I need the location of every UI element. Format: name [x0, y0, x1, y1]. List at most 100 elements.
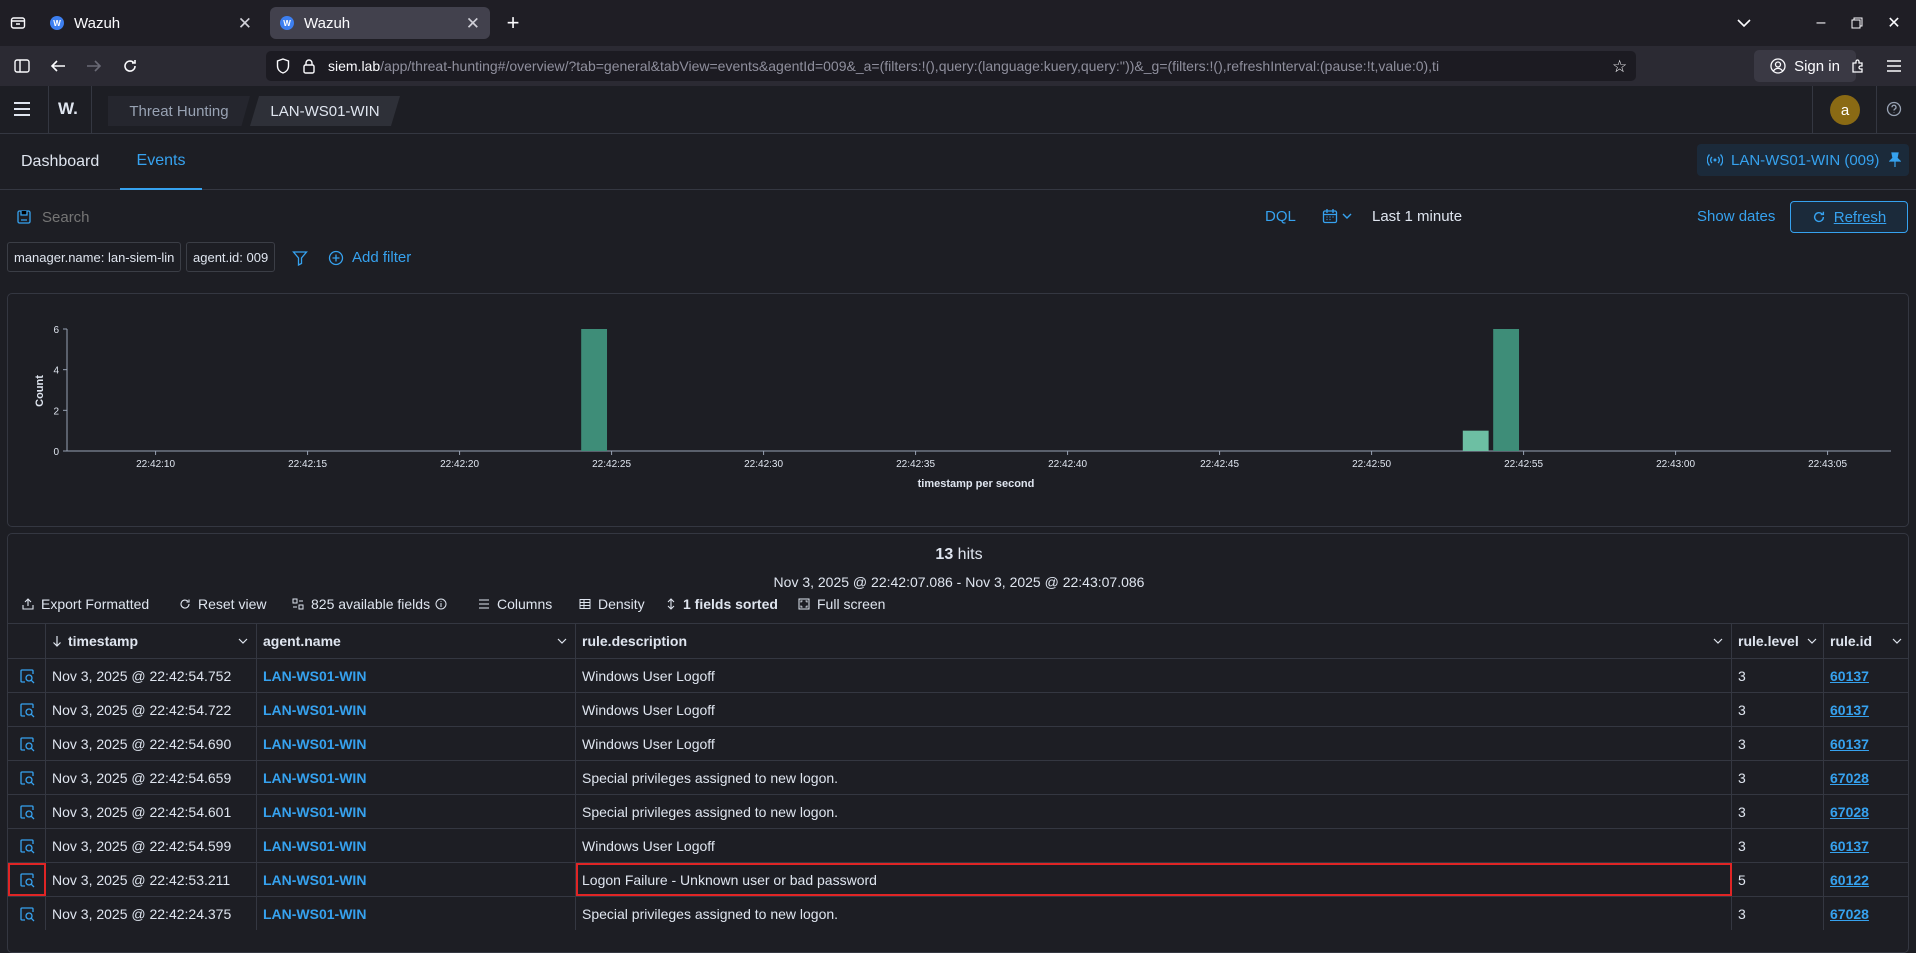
columns-button[interactable]: Columns	[478, 596, 552, 612]
export-formatted-button[interactable]: Export Formatted	[22, 596, 149, 612]
sort-fields-button[interactable]: 1 fields sorted	[666, 596, 778, 612]
rule-id-link[interactable]: 67028	[1830, 770, 1869, 786]
cell-rule-id[interactable]: 60122	[1824, 863, 1908, 896]
sign-in-button[interactable]: Sign in	[1754, 50, 1856, 82]
rule-id-link[interactable]: 60137	[1830, 668, 1869, 684]
rule-id-link[interactable]: 67028	[1830, 906, 1869, 922]
cell-agent-name[interactable]: LAN-WS01-WIN	[257, 761, 576, 794]
tab-dashboard[interactable]: Dashboard	[21, 134, 99, 190]
cell-agent-name[interactable]: LAN-WS01-WIN	[257, 693, 576, 726]
cell-rule-id[interactable]: 67028	[1824, 795, 1908, 828]
hamburger-menu-icon[interactable]	[12, 100, 32, 118]
column-header-rule-id[interactable]: rule.id	[1824, 624, 1908, 658]
inspect-document-icon[interactable]	[8, 761, 46, 794]
help-icon[interactable]	[1886, 101, 1902, 117]
breadcrumb-threat-hunting[interactable]: Threat Hunting	[108, 96, 250, 126]
rule-id-link[interactable]: 60122	[1830, 872, 1869, 888]
filter-pill-agent[interactable]: agent.id: 009	[186, 242, 275, 272]
chevron-down-icon[interactable]	[557, 637, 567, 645]
agent-name-link[interactable]: LAN-WS01-WIN	[263, 736, 366, 752]
agent-name-link[interactable]: LAN-WS01-WIN	[263, 804, 366, 820]
cell-agent-name[interactable]: LAN-WS01-WIN	[257, 659, 576, 692]
cell-rule-id[interactable]: 60137	[1824, 727, 1908, 760]
inspect-document-icon[interactable]	[8, 795, 46, 828]
user-avatar[interactable]: a	[1830, 95, 1860, 125]
cell-agent-name[interactable]: LAN-WS01-WIN	[257, 897, 576, 930]
rule-id-link[interactable]: 60137	[1830, 702, 1869, 718]
inspect-document-icon[interactable]	[8, 829, 46, 862]
forward-icon[interactable]	[82, 54, 106, 78]
wazuh-logo[interactable]: W.	[58, 99, 78, 119]
reload-icon[interactable]	[118, 54, 142, 78]
lock-icon[interactable]	[302, 58, 316, 74]
pin-icon[interactable]	[1889, 152, 1901, 168]
chevron-down-icon[interactable]	[1807, 637, 1817, 645]
reset-view-button[interactable]: Reset view	[179, 596, 266, 612]
histogram-bar[interactable]	[581, 329, 608, 451]
browser-tab-2-active[interactable]: W Wazuh ✕	[270, 7, 490, 39]
address-bar[interactable]: siem.lab/app/threat-hunting#/overview/?t…	[266, 51, 1636, 81]
full-screen-button[interactable]: Full screen	[798, 596, 885, 612]
tab-list-icon[interactable]	[6, 11, 30, 35]
time-range-label[interactable]: Last 1 minute	[1372, 208, 1462, 225]
bookmark-star-icon[interactable]: ☆	[1612, 57, 1627, 77]
agent-name-link[interactable]: LAN-WS01-WIN	[263, 702, 366, 718]
column-header-agent-name[interactable]: agent.name	[257, 624, 576, 658]
inspect-document-icon[interactable]	[8, 727, 46, 760]
add-filter-button[interactable]: Add filter	[328, 249, 411, 266]
column-header-timestamp[interactable]: timestamp	[46, 624, 257, 658]
chevron-down-icon[interactable]	[238, 637, 248, 645]
cell-rule-id[interactable]: 60137	[1824, 659, 1908, 692]
inspect-document-icon[interactable]	[8, 897, 46, 930]
menu-icon[interactable]	[1882, 54, 1906, 78]
cell-rule-id[interactable]: 67028	[1824, 897, 1908, 930]
search-input[interactable]	[42, 202, 1012, 232]
cell-agent-name[interactable]: LAN-WS01-WIN	[257, 829, 576, 862]
chevron-down-icon[interactable]	[1732, 11, 1756, 35]
inspect-document-icon[interactable]	[8, 693, 46, 726]
rule-id-link[interactable]: 60137	[1830, 838, 1869, 854]
density-button[interactable]: Density	[579, 596, 645, 612]
cell-rule-id[interactable]: 67028	[1824, 761, 1908, 794]
inspect-document-icon[interactable]	[8, 659, 46, 692]
url-text[interactable]: siem.lab/app/threat-hunting#/overview/?t…	[328, 58, 1603, 74]
cell-rule-id[interactable]: 60137	[1824, 693, 1908, 726]
saved-query-icon[interactable]	[16, 209, 32, 225]
agent-pinned-badge[interactable]: LAN-WS01-WIN (009)	[1697, 144, 1909, 176]
dql-toggle[interactable]: DQL	[1265, 208, 1296, 225]
available-fields-button[interactable]: 825 available fields	[292, 596, 447, 612]
refresh-button[interactable]: Refresh	[1790, 201, 1908, 233]
rule-id-link[interactable]: 60137	[1830, 736, 1869, 752]
cell-agent-name[interactable]: LAN-WS01-WIN	[257, 795, 576, 828]
close-window-icon[interactable]: ✕	[1882, 11, 1906, 35]
column-header-rule-description[interactable]: rule.description	[576, 624, 1732, 658]
chevron-down-icon[interactable]	[1713, 637, 1723, 645]
cell-rule-id[interactable]: 60137	[1824, 829, 1908, 862]
filter-funnel-icon[interactable]	[292, 250, 308, 266]
shield-icon[interactable]	[276, 58, 290, 74]
agent-name-link[interactable]: LAN-WS01-WIN	[263, 770, 366, 786]
restore-icon[interactable]	[1845, 11, 1869, 35]
inspect-document-icon[interactable]	[8, 863, 46, 896]
cell-agent-name[interactable]: LAN-WS01-WIN	[257, 863, 576, 896]
filter-pill-manager[interactable]: manager.name: lan-siem-lin	[7, 242, 181, 272]
tab-events[interactable]: Events	[120, 134, 202, 190]
extensions-icon[interactable]	[1846, 54, 1870, 78]
chevron-down-icon[interactable]	[1892, 637, 1902, 645]
show-dates-button[interactable]: Show dates	[1697, 208, 1775, 225]
new-tab-icon[interactable]: +	[501, 10, 525, 35]
close-tab-icon[interactable]: ✕	[238, 14, 252, 34]
sidebar-toggle-icon[interactable]	[10, 54, 34, 78]
cell-agent-name[interactable]: LAN-WS01-WIN	[257, 727, 576, 760]
browser-tab-1[interactable]: W Wazuh ✕	[40, 7, 262, 39]
histogram-bar[interactable]	[1493, 329, 1520, 451]
agent-name-link[interactable]: LAN-WS01-WIN	[263, 838, 366, 854]
close-tab-icon[interactable]: ✕	[466, 14, 480, 34]
rule-id-link[interactable]: 67028	[1830, 804, 1869, 820]
column-header-rule-level[interactable]: rule.level	[1732, 624, 1824, 658]
histogram-bar[interactable]	[1462, 430, 1489, 451]
agent-name-link[interactable]: LAN-WS01-WIN	[263, 872, 366, 888]
agent-name-link[interactable]: LAN-WS01-WIN	[263, 906, 366, 922]
minimize-icon[interactable]: –	[1809, 11, 1833, 35]
back-icon[interactable]	[46, 54, 70, 78]
